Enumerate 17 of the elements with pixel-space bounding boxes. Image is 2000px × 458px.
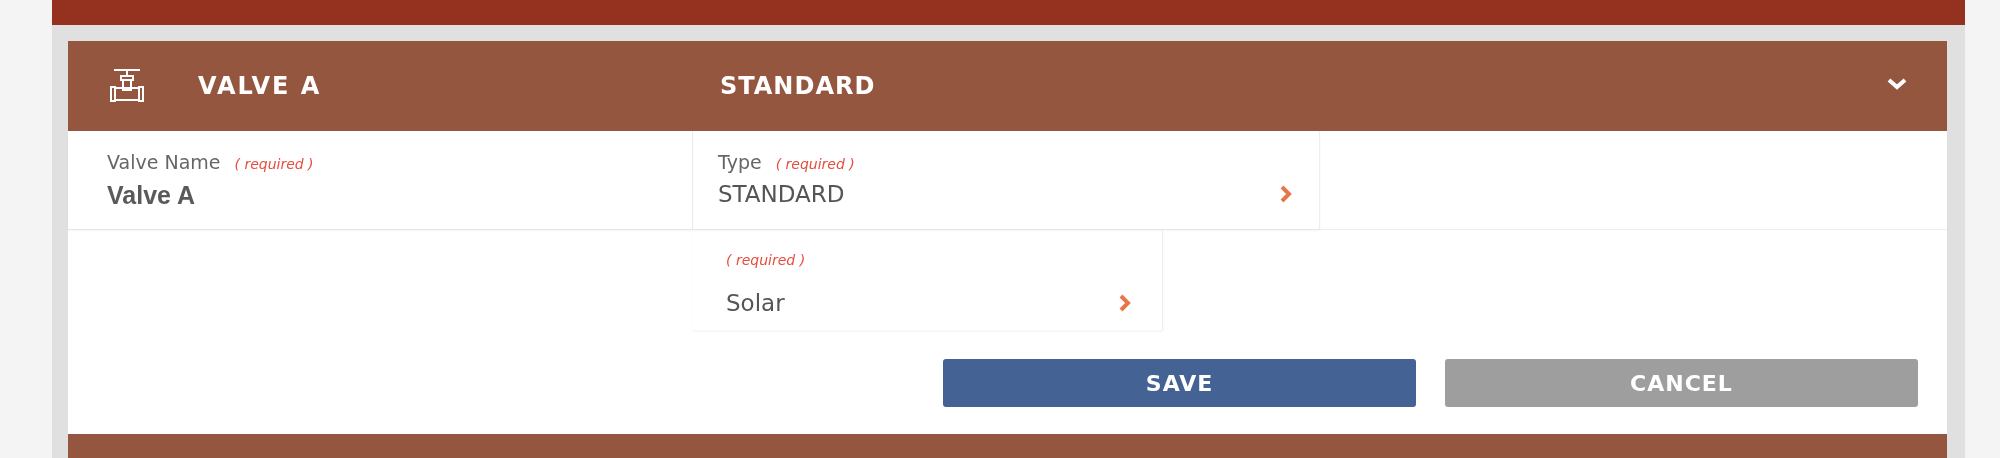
valve-icon — [110, 68, 144, 104]
chevron-right-icon — [1279, 185, 1293, 203]
valve-type: STANDARD — [720, 72, 876, 100]
field-value: Valve A — [107, 181, 196, 210]
save-button[interactable]: SAVE — [943, 359, 1416, 407]
field-value: Solar — [726, 290, 785, 316]
form-field[interactable]: ( required ) Solar — [693, 230, 1163, 330]
form-field[interactable]: Type ( required ) STANDARD — [693, 131, 1320, 229]
valve-title: VALVE A — [198, 72, 323, 100]
chevron-right-icon — [1118, 294, 1132, 312]
field-label: Valve Name — [107, 151, 221, 173]
field-label: Type — [718, 151, 762, 173]
required-hint: ( required ) — [775, 156, 855, 172]
required-hint: ( required ) — [726, 252, 806, 268]
form-field[interactable]: Valve Name ( required ) Valve A — [68, 131, 693, 229]
required-hint: ( required ) — [234, 156, 314, 172]
field-value: STANDARD — [718, 181, 845, 207]
